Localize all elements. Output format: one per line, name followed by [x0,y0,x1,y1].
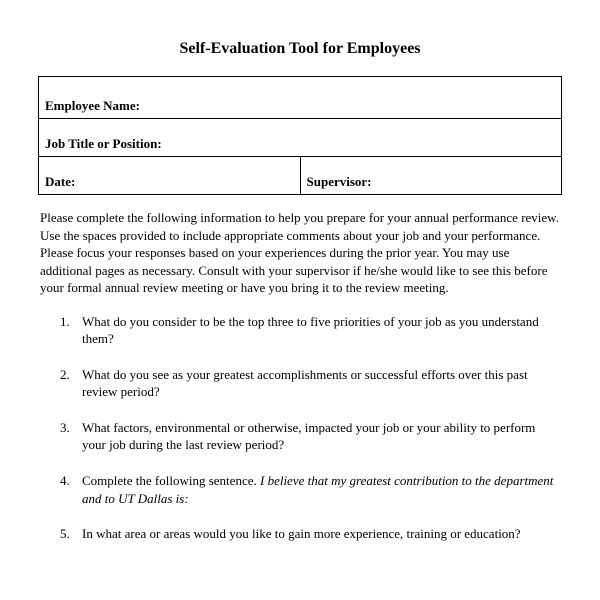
question-2: What do you see as your greatest accompl… [60,366,562,401]
question-1: What do you consider to be the top three… [60,313,562,348]
info-table: Employee Name: Job Title or Position: Da… [38,76,562,195]
question-3: What factors, environmental or otherwise… [60,419,562,454]
supervisor-field[interactable]: Supervisor: [300,157,562,195]
date-field[interactable]: Date: [39,157,301,195]
question-4-prefix: Complete the following sentence. [82,473,260,488]
questions-list: What do you consider to be the top three… [38,313,562,543]
page-title: Self-Evaluation Tool for Employees [38,40,562,58]
question-4: Complete the following sentence. I belie… [60,472,562,507]
instructions-text: Please complete the following informatio… [38,209,562,297]
job-title-field[interactable]: Job Title or Position: [39,119,562,157]
question-5: In what area or areas would you like to … [60,525,562,543]
employee-name-field[interactable]: Employee Name: [39,77,562,119]
